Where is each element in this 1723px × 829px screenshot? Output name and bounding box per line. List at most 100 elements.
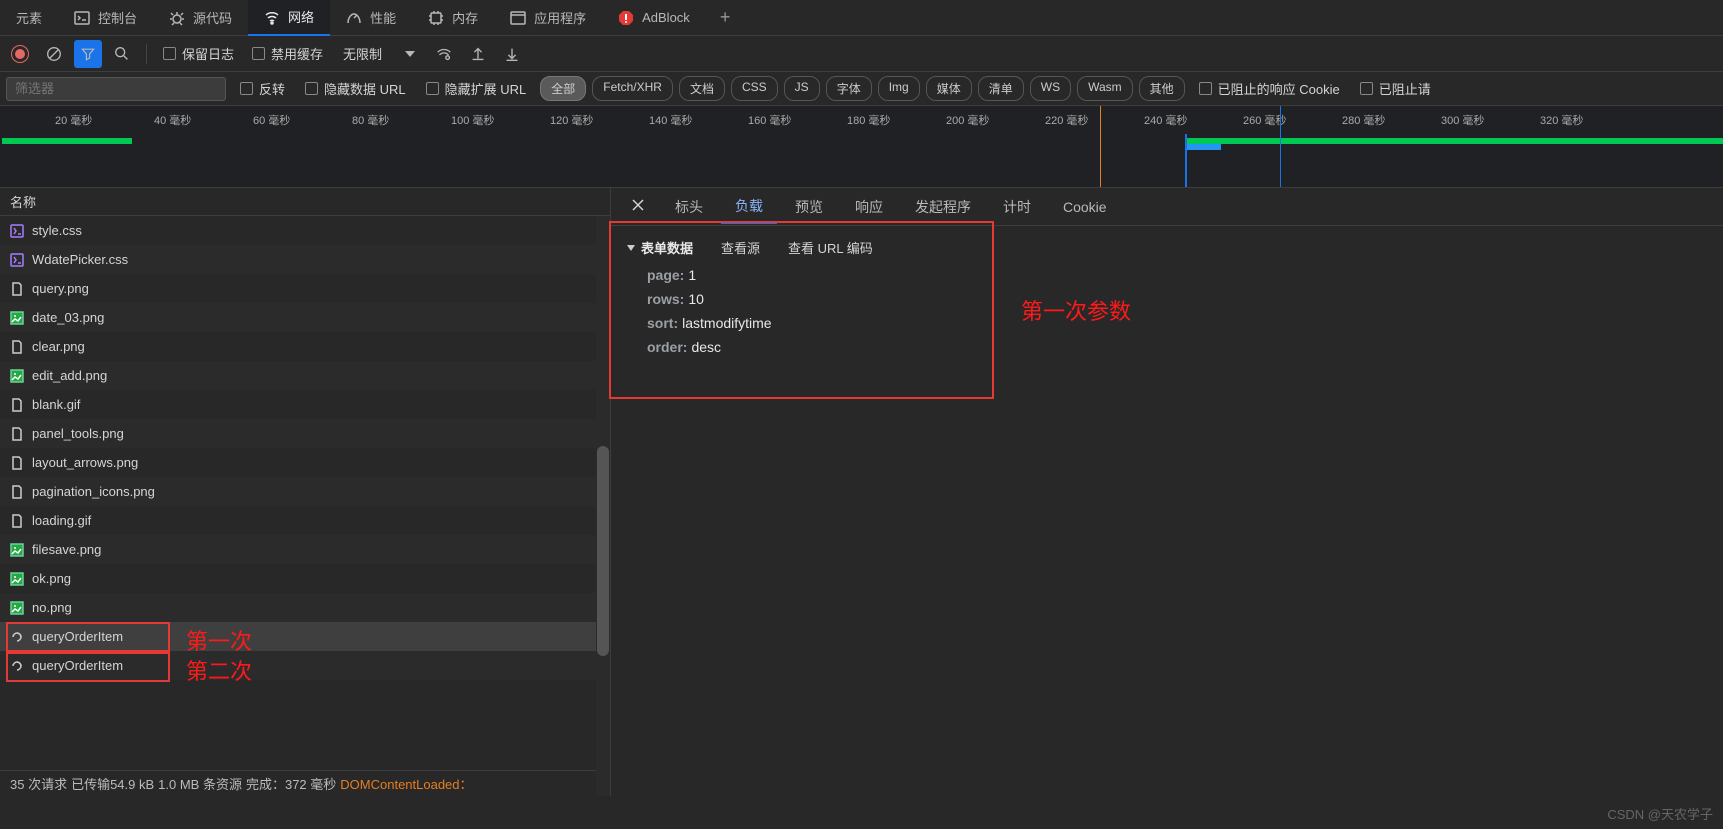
timeline-tick: 20 毫秒	[55, 112, 92, 128]
request-name: filesave.png	[32, 542, 101, 557]
network-conditions-button[interactable]	[430, 40, 458, 68]
invert-checkbox[interactable]: 反转	[234, 79, 291, 98]
request-row[interactable]: loading.gif	[0, 506, 610, 535]
blocked-cookie-checkbox[interactable]: 已阻止的响应 Cookie	[1193, 79, 1346, 98]
close-detail-button[interactable]	[619, 198, 657, 215]
request-name: style.css	[32, 223, 82, 238]
throttling-caret[interactable]	[396, 40, 424, 68]
tab-network[interactable]: 网络	[248, 0, 330, 36]
network-toolbar: 保留日志 禁用缓存 无限制	[0, 36, 1723, 72]
request-row[interactable]: query.png	[0, 274, 610, 303]
throttling-select[interactable]: 无限制	[335, 44, 390, 63]
blocked-req-checkbox[interactable]: 已阻止请	[1354, 79, 1437, 98]
request-name: WdatePicker.css	[32, 252, 128, 267]
request-name: pagination_icons.png	[32, 484, 155, 499]
detail-tab-initiator[interactable]: 发起程序	[901, 191, 985, 223]
request-row[interactable]: date_03.png	[0, 303, 610, 332]
request-row[interactable]: no.png	[0, 593, 610, 622]
request-row[interactable]: panel_tools.png	[0, 419, 610, 448]
form-data-section-toggle[interactable]: 表单数据	[627, 238, 693, 257]
hide-data-url-checkbox[interactable]: 隐藏数据 URL	[299, 79, 412, 98]
preserve-log-checkbox[interactable]: 保留日志	[157, 44, 240, 63]
tab-sources[interactable]: 源代码	[153, 0, 248, 36]
detail-tab-cookies[interactable]: Cookie	[1049, 193, 1121, 221]
hide-ext-url-checkbox[interactable]: 隐藏扩展 URL	[420, 79, 533, 98]
request-row[interactable]: clear.png	[0, 332, 610, 361]
tab-console[interactable]: 控制台	[58, 0, 153, 36]
request-name: clear.png	[32, 339, 85, 354]
detail-tab-payload[interactable]: 负载	[721, 190, 777, 224]
request-name: panel_tools.png	[32, 426, 124, 441]
tab-application[interactable]: 应用程序	[494, 0, 602, 36]
timeline-tick: 140 毫秒	[649, 112, 692, 128]
type-filter-媒体[interactable]: 媒体	[926, 76, 972, 101]
filter-toggle-button[interactable]	[74, 40, 102, 68]
request-row[interactable]: edit_add.png	[0, 361, 610, 390]
tab-performance[interactable]: 性能	[330, 0, 412, 36]
request-list[interactable]: style.css WdatePicker.css query.pngdate_03…	[0, 216, 610, 770]
type-filter-清单[interactable]: 清单	[978, 76, 1024, 101]
disable-cache-checkbox[interactable]: 禁用缓存	[246, 44, 329, 63]
detail-tab-response[interactable]: 响应	[841, 191, 897, 223]
tab-label: AdBlock	[642, 10, 690, 25]
tab-adblock[interactable]: AdBlock	[602, 0, 706, 36]
timeline-tick: 60 毫秒	[253, 112, 290, 128]
detail-tab-headers[interactable]: 标头	[661, 191, 717, 223]
timeline-tick: 120 毫秒	[550, 112, 593, 128]
status-bar: 35 次请求 已传输54.9 kB 1.0 MB 条资源 完成：372 毫秒 D…	[0, 770, 610, 796]
main-split: 名称 style.css WdatePicker.css query.pngdate…	[0, 188, 1723, 796]
form-data-pair: rows:10	[647, 291, 1707, 307]
type-filter-Wasm[interactable]: Wasm	[1077, 76, 1133, 101]
tab-label: 元素	[16, 8, 42, 27]
type-filter-Img[interactable]: Img	[878, 76, 920, 101]
detail-tab-timing[interactable]: 计时	[989, 191, 1045, 223]
detail-tab-preview[interactable]: 预览	[781, 191, 837, 223]
timeline-overview[interactable]: 20 毫秒40 毫秒60 毫秒80 毫秒100 毫秒120 毫秒140 毫秒16…	[0, 106, 1723, 188]
request-row[interactable]: layout_arrows.png	[0, 448, 610, 477]
type-filter-全部[interactable]: 全部	[540, 76, 586, 101]
view-url-encoded-link[interactable]: 查看 URL 编码	[788, 238, 873, 257]
request-row[interactable]: style.css	[0, 216, 610, 245]
name-column-header[interactable]: 名称	[0, 188, 610, 216]
type-filter-字体[interactable]: 字体	[826, 76, 872, 101]
request-row[interactable]: ok.png	[0, 564, 610, 593]
request-row[interactable]: queryOrderItem	[0, 651, 610, 680]
request-row[interactable]: filesave.png	[0, 535, 610, 564]
add-tab-button[interactable]: +	[706, 7, 745, 28]
request-name: ok.png	[32, 571, 71, 586]
filter-bar: 反转 隐藏数据 URL 隐藏扩展 URL 全部Fetch/XHR文档CSSJS字…	[0, 72, 1723, 106]
filter-input[interactable]	[6, 77, 226, 101]
type-filter-CSS[interactable]: CSS	[731, 76, 778, 101]
timeline-tick: 220 毫秒	[1045, 112, 1088, 128]
download-har-button[interactable]	[498, 40, 526, 68]
type-filter-其他[interactable]: 其他	[1139, 76, 1185, 101]
scrollbar[interactable]	[596, 216, 610, 796]
clear-button[interactable]	[40, 40, 68, 68]
request-name: no.png	[32, 600, 72, 615]
view-source-link[interactable]: 查看源	[721, 238, 760, 257]
tab-label: 网络	[288, 7, 314, 26]
search-button[interactable]	[108, 40, 136, 68]
adblock-icon	[618, 10, 634, 26]
timeline-tick: 320 毫秒	[1540, 112, 1583, 128]
request-row[interactable]: pagination_icons.png	[0, 477, 610, 506]
record-button[interactable]	[6, 40, 34, 68]
request-row[interactable]: blank.gif	[0, 390, 610, 419]
timeline-tick: 100 毫秒	[451, 112, 494, 128]
type-filter-Fetch/XHR[interactable]: Fetch/XHR	[592, 76, 673, 101]
request-list-pane: 名称 style.css WdatePicker.css query.pngdate…	[0, 188, 611, 796]
upload-har-button[interactable]	[464, 40, 492, 68]
tab-elements[interactable]: 元素	[0, 0, 58, 36]
type-filter-JS[interactable]: JS	[784, 76, 820, 101]
type-filter-文档[interactable]: 文档	[679, 76, 725, 101]
detail-tabs: 标头 负载 预览 响应 发起程序 计时 Cookie	[611, 188, 1723, 226]
tab-memory[interactable]: 内存	[412, 0, 494, 36]
request-row[interactable]: WdatePicker.css	[0, 245, 610, 274]
payload-body: 表单数据 查看源 查看 URL 编码 page:1rows:10sort:las…	[611, 226, 1723, 375]
tab-label: 控制台	[98, 8, 137, 27]
type-filter-WS[interactable]: WS	[1030, 76, 1071, 101]
triangle-down-icon	[627, 245, 635, 251]
devtools-tabs: 元素 控制台 源代码 网络 性能 内存 应用程序 AdBlock +	[0, 0, 1723, 36]
request-row[interactable]: queryOrderItem	[0, 622, 610, 651]
timeline-tick: 180 毫秒	[847, 112, 890, 128]
